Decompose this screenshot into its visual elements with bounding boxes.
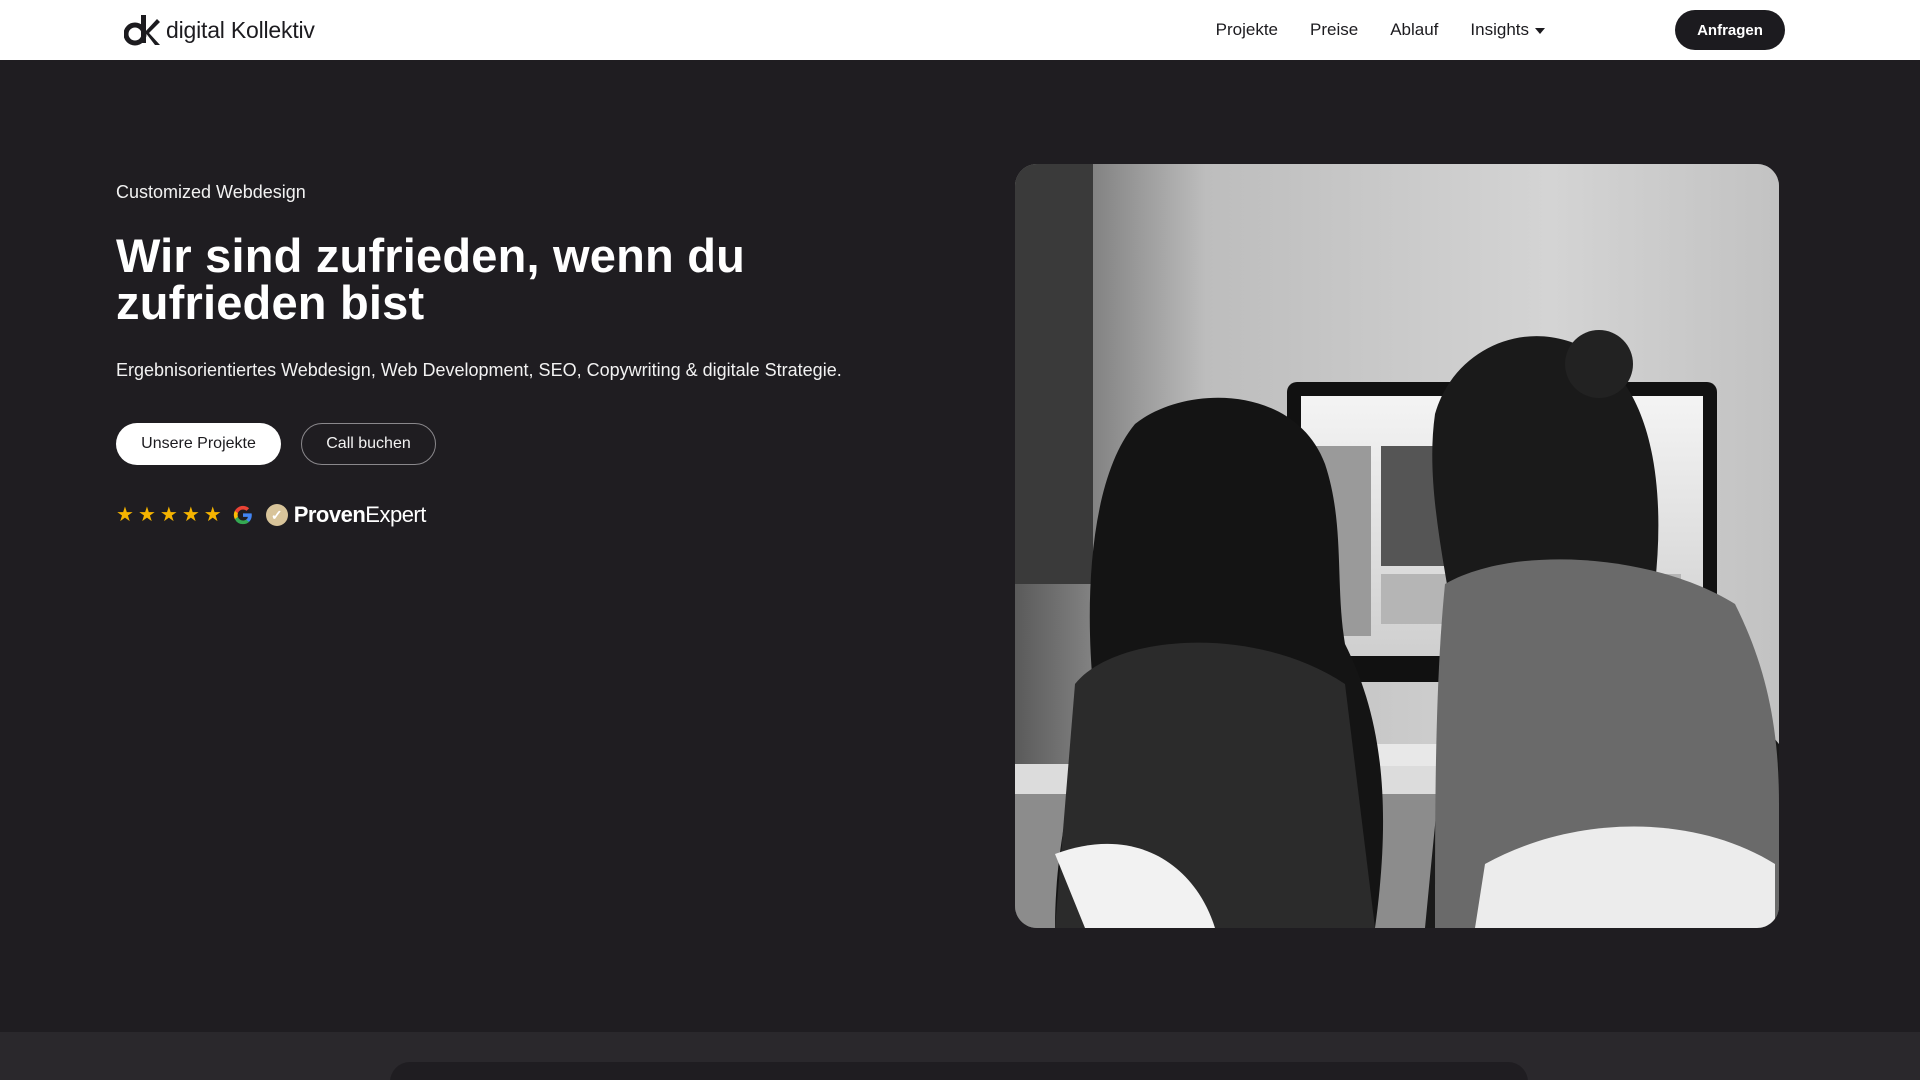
star-icon: ★ bbox=[203, 504, 222, 526]
chevron-down-icon bbox=[1535, 28, 1545, 34]
hero-eyebrow: Customized Webdesign bbox=[116, 182, 306, 202]
brand-name: digital Kollektiv bbox=[166, 16, 315, 43]
star-icon: ★ bbox=[181, 504, 200, 526]
proven-expert-wordmark: ProvenExpert bbox=[293, 502, 427, 527]
nav-item-insights-label: Insights bbox=[1470, 20, 1529, 39]
google-icon[interactable] bbox=[232, 504, 254, 526]
nav-item-ablauf[interactable]: Ablauf bbox=[1390, 20, 1438, 40]
dk-logo-icon bbox=[124, 15, 160, 46]
nav-item-projekte[interactable]: Projekte bbox=[1216, 20, 1278, 40]
anfragen-button[interactable]: Anfragen bbox=[1675, 10, 1785, 50]
call-buchen-button[interactable]: Call buchen bbox=[301, 423, 436, 465]
brand-logo[interactable]: digital Kollektiv bbox=[124, 13, 315, 47]
top-navigation: digital Kollektiv Projekte Preise Ablauf… bbox=[0, 0, 1920, 60]
check-badge-icon: ✓ bbox=[265, 504, 288, 526]
star-icon: ★ bbox=[159, 504, 178, 526]
hero-headline-line1: Wir sind zufrieden, wenn du bbox=[116, 229, 746, 282]
next-section-card bbox=[390, 1062, 1528, 1080]
nav-item-preise[interactable]: Preise bbox=[1310, 20, 1358, 40]
unsere-projekte-button[interactable]: Unsere Projekte bbox=[116, 423, 281, 465]
proven-expert-logo[interactable]: ✓ ProvenExpert bbox=[265, 502, 427, 528]
hero-headline-line2: zufrieden bist bbox=[116, 276, 425, 329]
star-rating: ★ ★ ★ ★ ★ bbox=[116, 505, 222, 525]
hero-headline: Wir sind zufrieden, wenn du zufrieden bi… bbox=[116, 232, 876, 326]
hero-subline: Ergebnisorientiertes Webdesign, Web Deve… bbox=[116, 360, 842, 380]
hero-image bbox=[1015, 164, 1779, 928]
main-menu: Projekte Preise Ablauf Insights bbox=[1216, 0, 1545, 60]
star-icon: ★ bbox=[116, 504, 134, 526]
star-icon: ★ bbox=[137, 504, 156, 526]
rating-row: ★ ★ ★ ★ ★ ✓ ProvenExpert bbox=[116, 500, 426, 530]
hero-photo-illustration bbox=[1015, 164, 1779, 928]
nav-item-insights[interactable]: Insights bbox=[1470, 20, 1545, 40]
